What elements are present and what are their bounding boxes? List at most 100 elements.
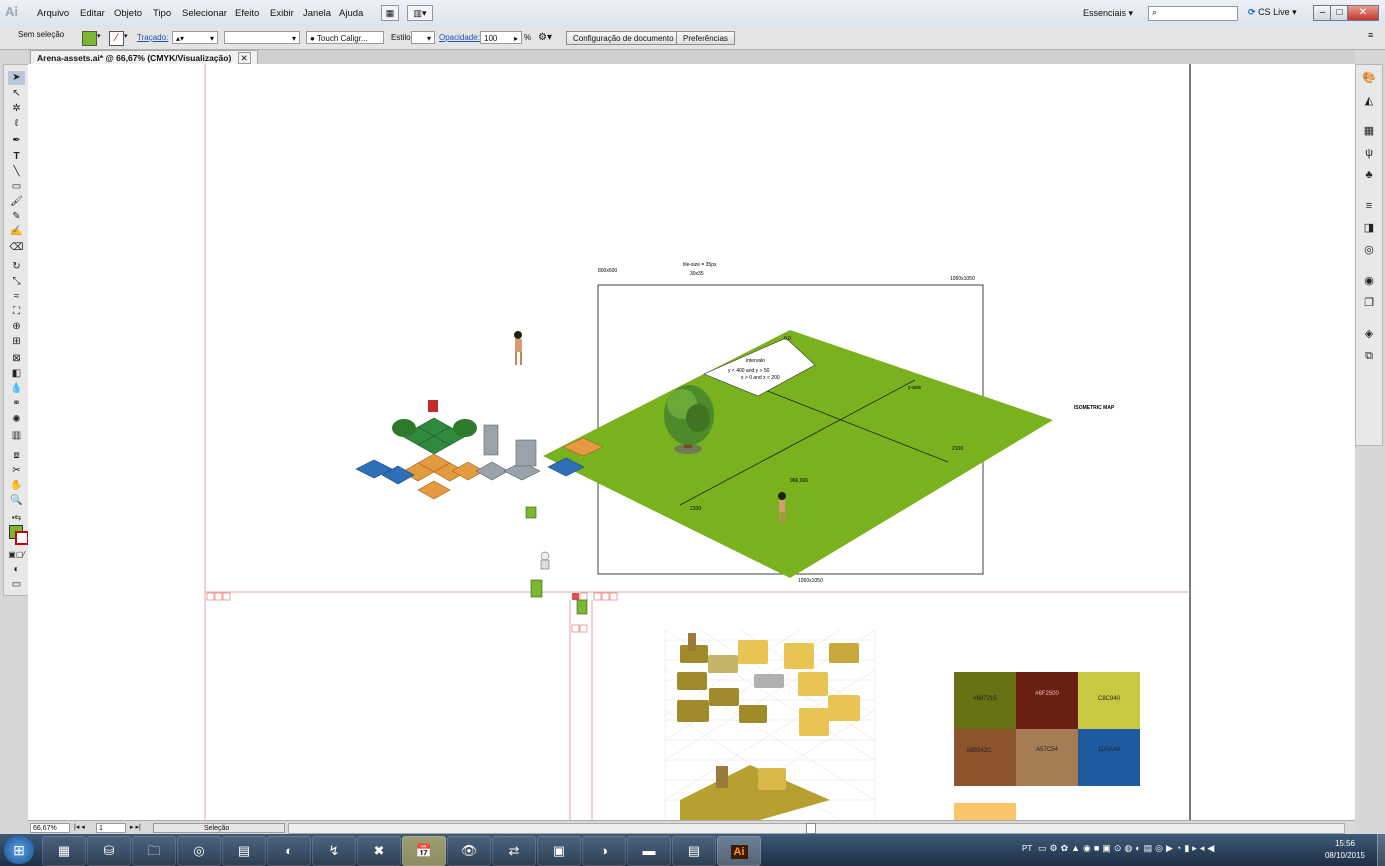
command-prompt-icon[interactable]: ▬ — [627, 836, 671, 866]
stroke-dropdown-icon[interactable]: ▾ — [124, 32, 128, 40]
document-tab[interactable]: Arena-assets.ai* @ 66,67% (CMYK/Visualiz… — [30, 50, 258, 65]
chrome-icon[interactable]: ◎ — [177, 836, 221, 866]
zoom-select[interactable]: 66,67% — [30, 823, 70, 833]
stroke-label[interactable]: Traçado: — [137, 33, 168, 42]
swatches-icon[interactable]: ▦ — [1361, 124, 1377, 138]
menu-arquivo[interactable]: Arquivo — [37, 8, 69, 19]
shape-builder-tool-icon[interactable]: ⊕ — [8, 320, 25, 334]
brush-select[interactable]: ● Touch Caligr... — [306, 31, 384, 44]
firefox-icon[interactable]: ◐ — [267, 836, 311, 866]
document-setup-button[interactable]: Configuração de documento — [566, 31, 681, 45]
blob-brush-tool-icon[interactable]: ✍ — [8, 225, 25, 239]
blend-tool-icon[interactable]: ⚭ — [8, 397, 25, 411]
arrange-docs-icon[interactable]: ▥▾ — [407, 5, 433, 21]
swatch-4[interactable] — [954, 729, 1016, 786]
gradient-panel-icon[interactable]: ◨ — [1361, 221, 1377, 235]
clock-date[interactable]: 08/10/2015 — [1318, 851, 1372, 860]
small-character-sprite[interactable] — [540, 551, 550, 570]
clock-time[interactable]: 15:56 — [1324, 839, 1366, 848]
artboard-nav-prev-icon[interactable]: |◂ ◂ — [74, 823, 85, 831]
eclipse-icon[interactable]: ◑ — [582, 836, 626, 866]
horizontal-scroll-thumb[interactable] — [806, 823, 816, 834]
lasso-tool-icon[interactable]: ℓ — [8, 117, 25, 131]
artboard-canvas[interactable]: 800x600 tile-size = 35px 30x35 1050x1050… — [28, 64, 1355, 820]
pen-tool-icon[interactable]: ✒ — [8, 134, 25, 148]
hand-tool-icon[interactable]: ✋ — [8, 479, 25, 493]
terminal-app-icon[interactable]: ▣ — [537, 836, 581, 866]
remote-desktop-icon[interactable]: ▤ — [222, 836, 266, 866]
menu-objeto[interactable]: Objeto — [114, 8, 142, 19]
column-graph-tool-icon[interactable]: ▥ — [8, 429, 25, 443]
start-button[interactable]: ⊞ — [4, 836, 34, 864]
xampp-icon[interactable]: ✖ — [357, 836, 401, 866]
close-tab-icon[interactable]: ✕ — [237, 52, 251, 64]
artboards-icon[interactable]: ⧉ — [1361, 349, 1377, 363]
artboard-tool-icon[interactable]: ⧈ — [8, 449, 25, 463]
menu-janela[interactable]: Janela — [303, 8, 331, 19]
appearance-icon[interactable]: ◉ — [1361, 274, 1377, 288]
network-app-icon[interactable]: ⛁ — [87, 836, 131, 866]
draw-mode-icon[interactable]: ◐ — [8, 563, 25, 577]
bridge-icon[interactable]: ▦ — [381, 5, 399, 21]
fill-swatch[interactable] — [82, 31, 97, 46]
menu-ajuda[interactable]: Ajuda — [339, 8, 363, 19]
fill-dropdown-icon[interactable]: ▾ — [97, 32, 101, 40]
vm-app-icon[interactable]: ▤ — [672, 836, 716, 866]
swatch-6[interactable] — [1078, 729, 1140, 786]
mesh-tool-icon[interactable]: ⊠ — [8, 352, 25, 366]
language-indicator[interactable]: PT — [1022, 844, 1032, 853]
viewer-app-icon[interactable]: 👁 — [447, 836, 491, 866]
preferences-button[interactable]: Preferências — [676, 31, 735, 45]
artboard-nav-next-icon[interactable]: ▸ ▸| — [130, 823, 141, 831]
stroke-panel-icon[interactable]: ≡ — [1361, 199, 1377, 213]
show-desktop-button[interactable] — [1377, 834, 1385, 866]
type-tool-icon[interactable]: T — [8, 150, 25, 164]
layers-icon[interactable]: ◈ — [1361, 327, 1377, 341]
stroke-color-box[interactable] — [15, 531, 29, 545]
eraser-tool-icon[interactable]: ⌫ — [8, 241, 25, 255]
recolor-icon[interactable]: ⚙▾ — [538, 32, 552, 43]
character-sprite-top[interactable] — [514, 331, 522, 365]
scale-tool-icon[interactable]: ⤡ — [8, 275, 25, 289]
free-transform-tool-icon[interactable]: ⛶ — [8, 305, 25, 319]
style-select[interactable]: ▾ — [411, 31, 435, 44]
selection-tool-icon[interactable]: ➤ — [8, 71, 25, 85]
transparency-icon[interactable]: ◎ — [1361, 243, 1377, 257]
paintbrush-tool-icon[interactable]: 🖌 — [8, 195, 25, 209]
menu-tipo[interactable]: Tipo — [153, 8, 171, 19]
symbols-icon[interactable]: ♣ — [1361, 168, 1377, 182]
network-tool-icon[interactable]: ⇄ — [492, 836, 536, 866]
symbol-sprayer-tool-icon[interactable]: ✺ — [8, 413, 25, 427]
swatch-5[interactable] — [1016, 729, 1078, 786]
swap-colors-icon[interactable]: ▪⇆ — [8, 511, 25, 525]
close-button[interactable]: ✕ — [1347, 5, 1379, 21]
magic-wand-tool-icon[interactable]: ✲ — [8, 102, 25, 116]
menu-efeito[interactable]: Efeito — [235, 8, 259, 19]
opacity-label[interactable]: Opacidade: — [439, 33, 480, 42]
apps-launcher-icon[interactable]: ▦ — [42, 836, 86, 866]
line-tool-icon[interactable]: ╲ — [8, 165, 25, 179]
search-input[interactable]: ⌕ — [1148, 6, 1238, 21]
workspace-switcher[interactable]: Essenciais ▾ — [1083, 8, 1133, 19]
rotate-tool-icon[interactable]: ↻ — [8, 260, 25, 274]
pencil-tool-icon[interactable]: ✎ — [8, 210, 25, 224]
swatch-2[interactable] — [1016, 672, 1078, 729]
horizontal-scrollbar[interactable] — [288, 823, 1345, 834]
zoom-tool-icon[interactable]: 🔍 — [8, 494, 25, 508]
file-explorer-icon[interactable]: 🗀 — [132, 836, 176, 866]
color-guide-icon[interactable]: ◭ — [1361, 94, 1377, 108]
cs-live-menu[interactable]: ⟳ CS Live ▾ — [1248, 7, 1297, 18]
color-mode-icon[interactable]: ▣▢⁄ — [8, 548, 25, 562]
eyedropper-tool-icon[interactable]: 💧 — [8, 382, 25, 396]
stroke-swatch[interactable]: ⁄ — [109, 31, 124, 46]
illustrator-task-icon[interactable]: Ai — [717, 836, 761, 866]
graphic-styles-icon[interactable]: ❐ — [1361, 296, 1377, 310]
brushes-icon[interactable]: ψ — [1361, 146, 1377, 160]
calendar-app-icon[interactable]: 📅 — [402, 836, 446, 866]
git-client-icon[interactable]: ↯ — [312, 836, 356, 866]
opacity-input[interactable]: 100 ▸ — [480, 31, 522, 44]
status-tool-display[interactable]: Seleção — [153, 823, 285, 833]
stroke-weight-select[interactable]: ▴▾ ▾ — [172, 31, 218, 44]
swatch-7[interactable] — [954, 803, 1016, 820]
slice-tool-icon[interactable]: ✂ — [8, 464, 25, 478]
